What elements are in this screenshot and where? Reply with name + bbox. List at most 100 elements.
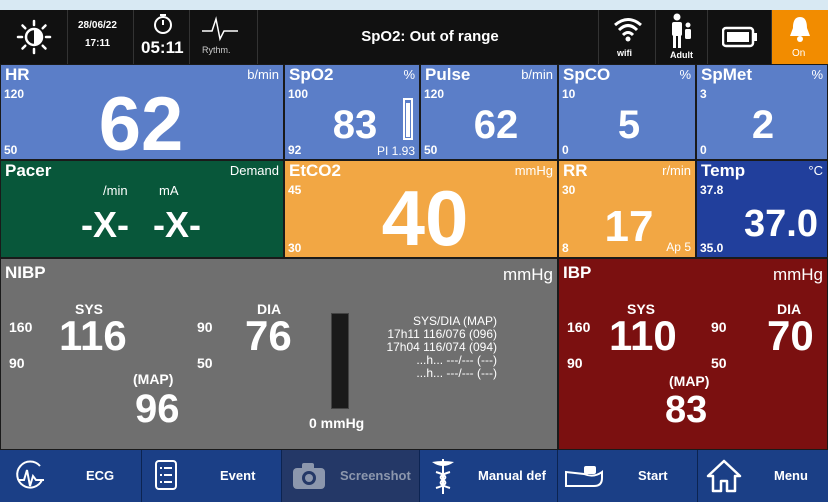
pacer-tile[interactable]: Pacer Demand /min mA -X- -X- (0, 160, 284, 258)
wifi-status[interactable]: wifi (598, 10, 656, 64)
spco-low-limit: 0 (562, 143, 569, 157)
spco-label: SpCO (563, 65, 611, 84)
etco2-high-limit: 45 (288, 183, 302, 197)
etco2-tile[interactable]: EtCO2 mmHg 45 30 40 (284, 160, 558, 258)
wifi-label: wifi (617, 48, 632, 58)
rr-unit: r/min (662, 163, 691, 178)
screenshot-label: Screenshot (340, 468, 411, 483)
manual-def-button[interactable]: Manual def (420, 450, 558, 502)
ibp-unit: mmHg (772, 265, 823, 284)
spo2-high-limit: 100 (288, 87, 309, 101)
patient-label: Adult (670, 50, 693, 60)
pulse-label: Pulse (425, 65, 471, 84)
hr-tile[interactable]: HR b/min 120 50 62 (0, 64, 284, 160)
pulse-high-limit: 120 (424, 87, 445, 101)
spco-tile[interactable]: SpCO % 10 0 5 (558, 64, 696, 160)
etco2-label: EtCO2 (289, 161, 341, 180)
brightness-button[interactable] (0, 10, 68, 64)
hr-unit: b/min (247, 67, 279, 82)
start-label: Start (638, 468, 668, 483)
pacer-rate-value: -X- (81, 204, 129, 245)
rr-label: RR (563, 161, 588, 180)
spmet-high-limit: 3 (700, 87, 707, 101)
rhythm-label: Rythm. (202, 45, 231, 55)
spco-unit: % (679, 67, 691, 82)
brightness-icon (16, 19, 52, 55)
patient-type-button[interactable]: Adult (656, 10, 708, 64)
pulse-unit: b/min (521, 67, 553, 82)
timer-value: 05:11 (141, 38, 184, 57)
menu-label: Menu (774, 468, 808, 483)
date-time: 28/06/22 17:11 (68, 10, 134, 64)
spo2-tile[interactable]: SpO2 % 100 92 83 PI 1.93 (284, 64, 420, 160)
apnea-label: Ap (666, 240, 681, 254)
spo2-low-limit: 92 (288, 143, 302, 157)
cuff-pressure-bar (331, 313, 349, 409)
pulse-tile[interactable]: Pulse b/min 120 50 62 (420, 64, 558, 160)
ibp-sys-value: 110 (609, 312, 677, 359)
cuff-pressure: 0 mmHg (309, 415, 365, 431)
hr-low-limit: 50 (4, 143, 18, 157)
battery-icon (722, 26, 757, 48)
event-button[interactable]: Event (142, 450, 282, 502)
alarm-toggle-button[interactable]: On (772, 10, 828, 64)
nibp-dia-low: 50 (197, 355, 213, 371)
nibp-tile[interactable]: NIBP mmHg SYS 160 90 116 DIA 90 50 76 (M… (0, 258, 558, 450)
screenshot-button[interactable]: Screenshot (282, 450, 420, 502)
adult-patient-icon (672, 13, 691, 48)
temp-value: 37.0 (744, 203, 818, 245)
manual-def-label: Manual def (478, 468, 546, 483)
timer-button[interactable]: 05:11 (134, 10, 190, 64)
alarm-state: On (792, 48, 806, 59)
temp-high-limit: 37.8 (700, 183, 724, 197)
ibp-tile[interactable]: IBP mmHg SYS 160 90 110 DIA 90 50 70 (MA… (558, 258, 828, 450)
rr-high-limit: 30 (562, 183, 576, 197)
ibp-dia-low: 50 (711, 355, 727, 371)
pacer-current-unit: mA (159, 183, 179, 198)
ecg-label: ECG (86, 468, 115, 483)
nibp-map-label: (MAP) (133, 371, 174, 387)
pacer-mode: Demand (229, 163, 279, 178)
alarm-message: SpO2: Out of range (361, 28, 499, 45)
pacer-current-value: -X- (153, 204, 201, 245)
spmet-tile[interactable]: SpMet % 3 0 2 (696, 64, 828, 160)
timer-icon (154, 14, 172, 34)
spo2-label: SpO2 (289, 65, 334, 84)
pi-label: PI (376, 144, 389, 158)
rhythm-button[interactable]: Rythm. (190, 10, 258, 64)
pulse-low-limit: 50 (424, 143, 438, 157)
nibp-history[interactable]: SYS/DIA (MAP) 17h11 116/076 (096) 17h04 … (357, 315, 497, 380)
spmet-value: 2 (751, 103, 775, 147)
camera-icon (293, 463, 325, 489)
nibp-history-row: ...h... ---/--- (---) (416, 366, 497, 380)
ecg-button[interactable]: ECG (0, 450, 142, 502)
date-text: 28/06/22 (78, 20, 117, 31)
etco2-value: 40 (381, 174, 469, 258)
ibp-dia-high: 90 (711, 319, 727, 335)
temp-tile[interactable]: Temp °C 37.8 35.0 37.0 (696, 160, 828, 258)
home-icon (706, 459, 742, 493)
rhythm-icon (202, 16, 238, 42)
pulse-value: 62 (473, 103, 519, 147)
hr-label: HR (5, 65, 30, 84)
nibp-dia-high: 90 (197, 319, 213, 335)
ibp-map-label: (MAP) (669, 373, 710, 389)
caduceus-icon (432, 459, 454, 494)
ibp-map-value: 83 (665, 389, 708, 431)
event-list-icon (155, 460, 177, 490)
temp-label: Temp (701, 161, 746, 180)
rr-value: 17 (604, 202, 654, 251)
temp-unit: °C (808, 163, 823, 178)
spo2-value: 83 (332, 103, 378, 147)
nibp-sys-low: 90 (9, 355, 25, 371)
nibp-sys-high: 160 (9, 319, 33, 335)
time-text: 17:11 (85, 38, 111, 49)
monitor-screen: 28/06/22 17:11 05:11 Rythm. SpO2: Out of… (0, 0, 828, 502)
start-button[interactable]: Start (558, 450, 698, 502)
temp-low-limit: 35.0 (700, 241, 724, 255)
rr-tile[interactable]: RR r/min 30 8 17 Ap 5 (558, 160, 696, 258)
menu-button[interactable]: Menu (698, 450, 828, 502)
apnea-time: Ap 5 (666, 240, 691, 254)
spmet-unit: % (811, 67, 823, 82)
nibp-dia-value: 76 (245, 312, 292, 359)
